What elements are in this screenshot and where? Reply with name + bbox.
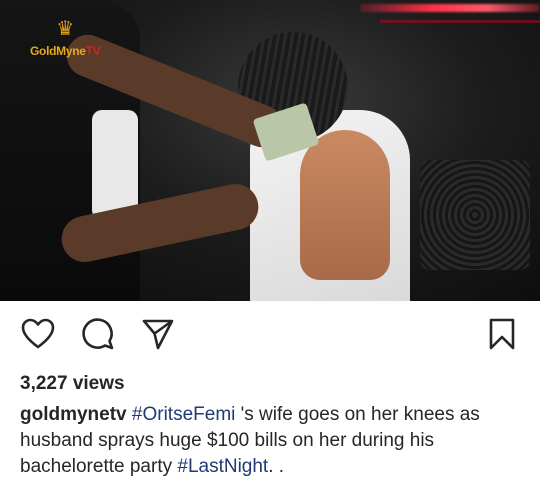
post-video[interactable]: ♛ GoldMyneTV: [0, 0, 540, 301]
send-icon: [142, 319, 174, 350]
heart-icon: [21, 318, 55, 349]
post-caption: goldmynetv #OritseFemi 's wife goes on h…: [20, 402, 530, 480]
goldmyne-logo: ♛ GoldMyneTV: [30, 18, 101, 58]
hashtag-link[interactable]: #OritseFemi: [132, 404, 235, 425]
save-button[interactable]: [484, 316, 520, 352]
woman-shoulder: [300, 130, 390, 280]
neon-light: [360, 4, 540, 12]
comment-icon: [82, 318, 114, 350]
comment-button[interactable]: [80, 316, 116, 352]
caption-text: . .: [268, 456, 285, 477]
sequin-bag: [420, 160, 530, 270]
lion-icon: ♛: [56, 18, 75, 40]
share-button[interactable]: [140, 316, 176, 352]
action-bar: [0, 301, 540, 363]
white-shirt: [92, 110, 138, 220]
view-count: 3,227 views: [20, 373, 125, 394]
username-link[interactable]: goldmynetv: [20, 404, 127, 425]
hashtag-link[interactable]: #LastNight: [177, 456, 268, 477]
like-button[interactable]: [20, 316, 56, 352]
logo-text: GoldMyneTV: [30, 44, 101, 58]
neon-light-secondary: [380, 20, 540, 23]
bookmark-icon: [489, 318, 515, 350]
